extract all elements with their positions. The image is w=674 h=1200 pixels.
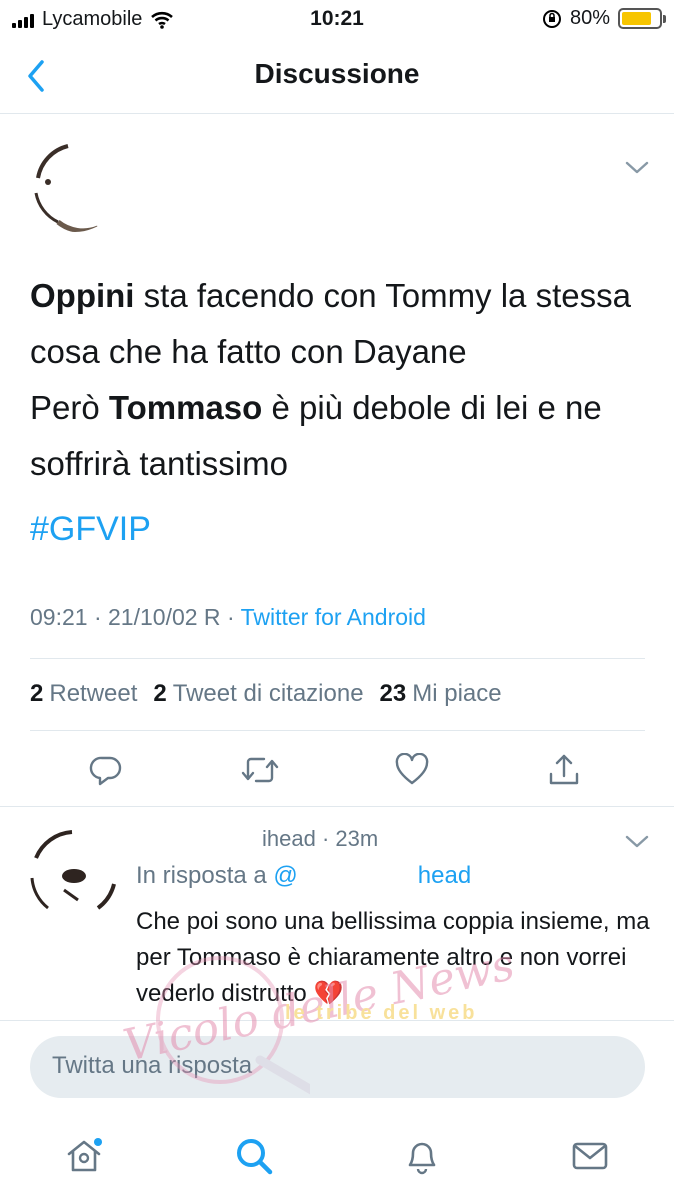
like-button[interactable] [390,748,434,792]
mention-tommaso: Tommaso [108,389,263,426]
chevron-down-icon[interactable] [624,160,650,176]
mail-icon [572,1142,608,1170]
tab-notifications[interactable] [400,1134,444,1178]
tweet-date: 21/10/02 R [108,604,221,630]
reply-to-handle[interactable]: @ [273,862,297,889]
reply-author-meta: ihead · 23m [262,826,379,851]
tweet-time: 09:21 [30,604,88,630]
section-divider [0,806,674,807]
reply-icon [89,756,122,786]
reply-button[interactable] [84,748,128,792]
reply-avatar[interactable] [28,828,120,920]
search-icon [237,1139,273,1175]
author-avatar[interactable] [28,138,122,232]
tab-home[interactable] [62,1134,106,1178]
retweets-stat[interactable]: 2 Retweet [30,680,137,708]
in-reply-to: In risposta a @ head [136,862,472,889]
battery-percent: 80% [569,7,610,29]
reply-input[interactable] [52,1052,612,1080]
tweet-meta: 09:21 · 21/10/02 R · Twitter for Android [30,604,426,630]
status-bar: Lycamobile 10:21 80% [0,0,674,38]
battery-icon [618,8,666,29]
retweet-icon [241,757,279,783]
likes-stat[interactable]: 23 Mi piace [380,680,502,708]
retweet-button[interactable] [238,748,282,792]
tweet-source-link[interactable]: Twitter for Android [241,604,426,630]
broken-heart-emoji: 💔 [313,980,344,1007]
nav-bar: Discussione [0,38,674,114]
hashtag-link[interactable]: #GFVIP [30,510,151,549]
orientation-lock-icon [542,9,561,28]
share-icon [549,754,579,785]
divider [30,658,645,659]
tab-bar [0,1110,674,1200]
tweet-text: Oppini sta facendo con Tommy la stessa c… [30,277,631,482]
reply-author-redacted [136,824,260,854]
tweet-stats: 2 Retweet 2 Tweet di citazione 23 Mi piace [30,680,502,708]
chevron-down-icon[interactable] [624,834,650,850]
reply-compose-bar[interactable] [30,1036,645,1098]
heart-icon [395,753,429,785]
bell-icon [408,1142,436,1175]
divider [30,730,645,731]
tab-search[interactable] [232,1134,276,1178]
section-divider [0,1020,674,1021]
share-button[interactable] [542,748,586,792]
home-icon [67,1138,102,1172]
tab-messages[interactable] [568,1134,612,1178]
mention-oppini: Oppini [30,277,135,314]
quotes-stat[interactable]: 2 Tweet di citazione [153,680,363,708]
reply-text: Che poi sono una bellissima coppia insie… [136,908,650,1007]
author-name-redacted [130,150,430,206]
page-title: Discussione [254,58,420,89]
